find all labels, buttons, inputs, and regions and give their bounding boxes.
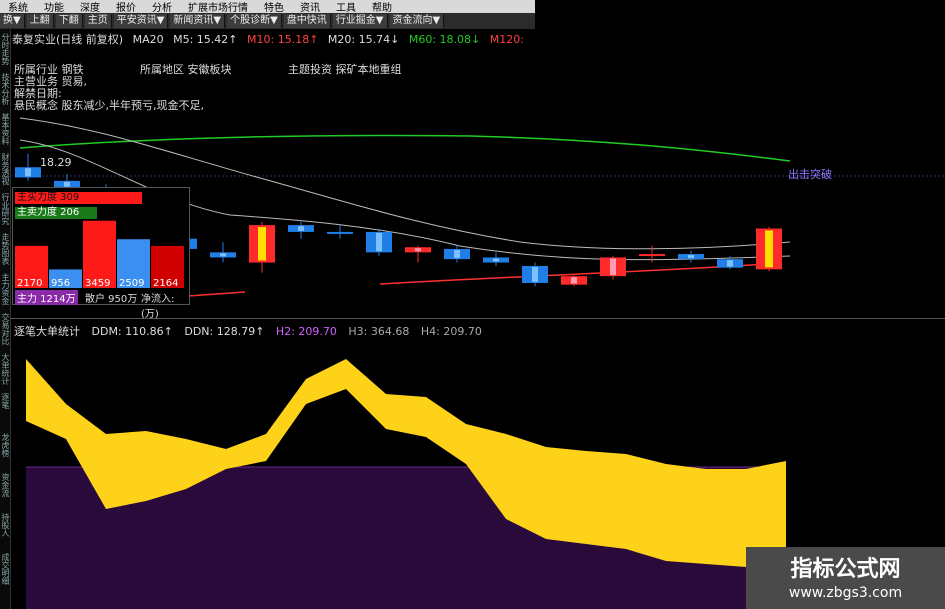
candle-highlight [376, 232, 382, 252]
ddn-value: DDN: 128.79↑ [184, 325, 265, 338]
net-inflow-label: 净流入:(万) [141, 294, 175, 320]
watermark-url: www.zbgs3.com [788, 585, 903, 601]
candle-highlight [258, 227, 266, 261]
candle-highlight [727, 260, 733, 267]
money-flow-bar-label: 2164 [153, 278, 178, 289]
indicator-title-bar: 逐笔大单统计 DDM: 110.86↑ DDN: 128.79↑ H2: 209… [14, 323, 490, 339]
ma60-line [19, 134, 791, 162]
h2-value: H2: 209.70 [275, 325, 337, 338]
candle-highlight [532, 266, 538, 282]
candle-body [639, 254, 665, 257]
money-flow-bar-label: 2509 [119, 278, 144, 289]
money-flow-bars: 2170 956 3459 2509 2164 [15, 220, 184, 289]
candle-highlight [454, 249, 460, 259]
candle-highlight [298, 226, 304, 231]
retail-label: 散户 950万 [85, 294, 138, 305]
money-flow-bar-label: 3459 [85, 278, 110, 289]
candle-highlight [610, 258, 616, 276]
candle-highlight [25, 168, 31, 177]
candle-highlight [64, 181, 70, 187]
main-force-label: 主力 1214万 [15, 290, 78, 305]
money-flow-bar-label: 956 [51, 278, 70, 289]
indicator-name[interactable]: 逐笔大单统计 [14, 325, 80, 338]
h3-value: H3: 364.68 [348, 325, 410, 338]
ma5-line-early [187, 291, 246, 297]
money-flow-bar-label: 2170 [17, 278, 42, 289]
high-price-label: 18.29 [40, 156, 72, 169]
candle-highlight [571, 277, 577, 284]
watermark-title: 指标公式网 [790, 557, 901, 582]
pane-separator [10, 318, 945, 319]
candle-body [327, 231, 353, 234]
candle-highlight [765, 230, 773, 268]
money-flow-panel: 主买力度 309 主卖力度 206 2170 956 3459 2509 2164 主力… [12, 187, 190, 320]
buy-strength-label: 主买力度 309 [15, 192, 142, 204]
site-watermark: 指标公式网 www.zbgs3.com [746, 547, 945, 609]
h4-value: H4: 209.70 [420, 325, 482, 338]
candle-highlight [493, 258, 499, 262]
candle-highlight [688, 255, 694, 259]
candle-highlight [415, 248, 421, 252]
candle-highlight [220, 253, 226, 257]
ddm-value: DDM: 110.86↑ [91, 325, 173, 338]
breakout-label: 出击突破 [788, 168, 832, 181]
